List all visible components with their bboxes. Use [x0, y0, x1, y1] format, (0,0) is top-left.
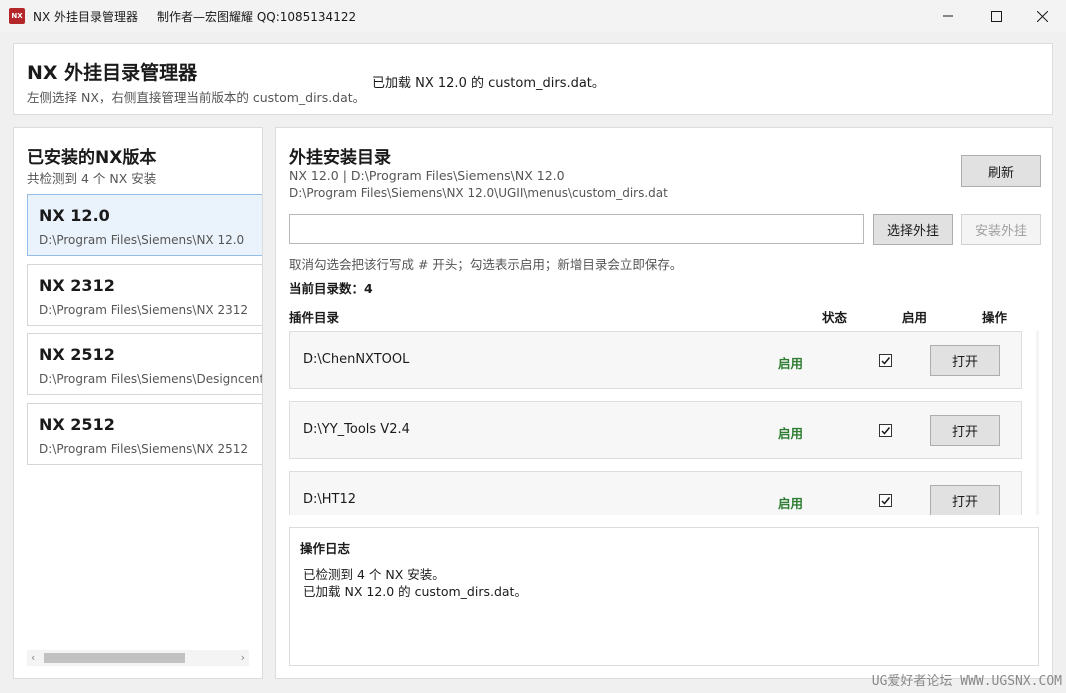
plugin-dir-panel: 外挂安装目录 NX 12.0 | D:\Program Files\Siemen…: [275, 127, 1053, 679]
page-title: NX 外挂目录管理器: [27, 62, 198, 84]
choose-plugin-button[interactable]: 选择外挂: [873, 214, 953, 245]
close-button[interactable]: [1019, 0, 1065, 32]
minimize-icon: [943, 15, 953, 17]
enable-checkbox[interactable]: [879, 354, 892, 367]
version-name: NX 12.0: [39, 206, 110, 225]
window-title: NX 外挂目录管理器: [33, 10, 139, 24]
open-dir-button[interactable]: 打开: [930, 345, 1000, 376]
enable-checkbox[interactable]: [879, 424, 892, 437]
plugin-dir-list: D:\ChenNXTOOL 启用 打开 D:\YY_Tools V2.4 启用 …: [289, 331, 1039, 515]
checkmark-icon: [881, 497, 891, 505]
usage-hint: 取消勾选会把该行写成 # 开头；勾选表示启用；新增目录会立即保存。: [289, 257, 683, 272]
plugin-dir-path: D:\YY_Tools V2.4: [303, 422, 410, 437]
version-path: D:\Program Files\Siemens\NX 2512: [39, 442, 249, 456]
minimize-button[interactable]: [925, 0, 971, 32]
column-header-status: 状态: [822, 310, 848, 325]
log-title: 操作日志: [300, 541, 351, 556]
chevron-down-icon[interactable]: ˅: [1036, 499, 1039, 515]
status-badge: 启用: [778, 496, 804, 511]
plugin-dir-path: D:\HT12: [303, 492, 357, 507]
dir-count: 当前目录数：4: [289, 281, 373, 296]
plugin-path-input[interactable]: [289, 214, 864, 244]
version-path: D:\Program Files\Siemens\NX 2312: [39, 303, 249, 317]
column-header-dir: 插件目录: [289, 310, 340, 325]
version-item-nx-2512-designcenter[interactable]: NX 2512 D:\Program Files\Siemens\Designc…: [27, 333, 262, 395]
page-subtitle: 左侧选择 NX，右侧直接管理当前版本的 custom_dirs.dat。: [27, 90, 366, 105]
enable-checkbox[interactable]: [879, 494, 892, 507]
chevron-right-icon[interactable]: ›: [241, 650, 245, 666]
maximize-button[interactable]: [973, 0, 1019, 32]
watermark: UG爱好者论坛 WWW.UGSNX.COM: [871, 674, 1062, 689]
plugin-panel-title: 外挂安装目录: [289, 148, 391, 168]
chevron-up-icon[interactable]: ˄: [1036, 331, 1039, 347]
custom-dirs-file-path: D:\Program Files\Siemens\NX 12.0\UGII\me…: [289, 186, 668, 200]
status-badge: 启用: [778, 426, 804, 441]
version-item-nx-2312[interactable]: NX 2312 D:\Program Files\Siemens\NX 2312: [27, 264, 262, 326]
operation-log: 操作日志 已检测到 4 个 NX 安装。 已加载 NX 12.0 的 custo…: [289, 527, 1039, 666]
version-name: NX 2512: [39, 415, 115, 434]
install-plugin-button[interactable]: 安装外挂: [961, 214, 1041, 245]
version-count: 共检测到 4 个 NX 安装: [27, 171, 157, 186]
status-message: 已加载 NX 12.0 的 custom_dirs.dat。: [372, 76, 605, 91]
nx-version-panel: 已安装的NX版本 共检测到 4 个 NX 安装 NX 12.0 D:\Progr…: [13, 127, 263, 679]
plugin-dir-path: D:\ChenNXTOOL: [303, 352, 410, 367]
column-header-action: 操作: [982, 310, 1008, 325]
list-item: D:\ChenNXTOOL 启用 打开: [289, 331, 1022, 389]
app-icon: NX: [9, 8, 25, 24]
version-item-nx-12-0[interactable]: NX 12.0 D:\Program Files\Siemens\NX 12.0: [27, 194, 262, 256]
refresh-button[interactable]: 刷新: [961, 155, 1041, 187]
vertical-scrollbar[interactable]: ˄ ˅: [1036, 331, 1039, 515]
list-item: D:\HT12 启用 打开: [289, 471, 1022, 515]
version-name: NX 2512: [39, 345, 115, 364]
nx-install-path: NX 12.0 | D:\Program Files\Siemens\NX 12…: [289, 168, 565, 183]
list-item: D:\YY_Tools V2.4 启用 打开: [289, 401, 1022, 459]
open-dir-button[interactable]: 打开: [930, 415, 1000, 446]
checkmark-icon: [881, 357, 891, 365]
version-name: NX 2312: [39, 276, 115, 295]
version-path: D:\Program Files\Siemens\NX 12.0: [39, 233, 245, 247]
chevron-left-icon[interactable]: ‹: [31, 650, 35, 666]
title-bar: NX NX 外挂目录管理器 制作者—宏图耀耀 QQ:1085134122: [0, 0, 1066, 32]
version-item-nx-2512[interactable]: NX 2512 D:\Program Files\Siemens\NX 2512: [27, 403, 262, 465]
version-path: D:\Program Files\Siemens\Designcenter: [39, 372, 262, 386]
open-dir-button[interactable]: 打开: [930, 485, 1000, 515]
checkmark-icon: [881, 427, 891, 435]
scrollbar-thumb[interactable]: [44, 653, 185, 663]
author-info: 制作者—宏图耀耀 QQ:1085134122: [157, 10, 357, 24]
column-header-enable: 启用: [902, 310, 928, 325]
version-panel-title: 已安装的NX版本: [27, 148, 157, 168]
status-badge: 启用: [778, 356, 804, 371]
log-line: 已加载 NX 12.0 的 custom_dirs.dat。: [303, 584, 527, 599]
close-icon: [1036, 10, 1048, 22]
header-panel: NX 外挂目录管理器 左侧选择 NX，右侧直接管理当前版本的 custom_di…: [13, 43, 1053, 115]
maximize-icon: [990, 10, 1002, 22]
horizontal-scrollbar[interactable]: ‹ ›: [27, 650, 249, 666]
